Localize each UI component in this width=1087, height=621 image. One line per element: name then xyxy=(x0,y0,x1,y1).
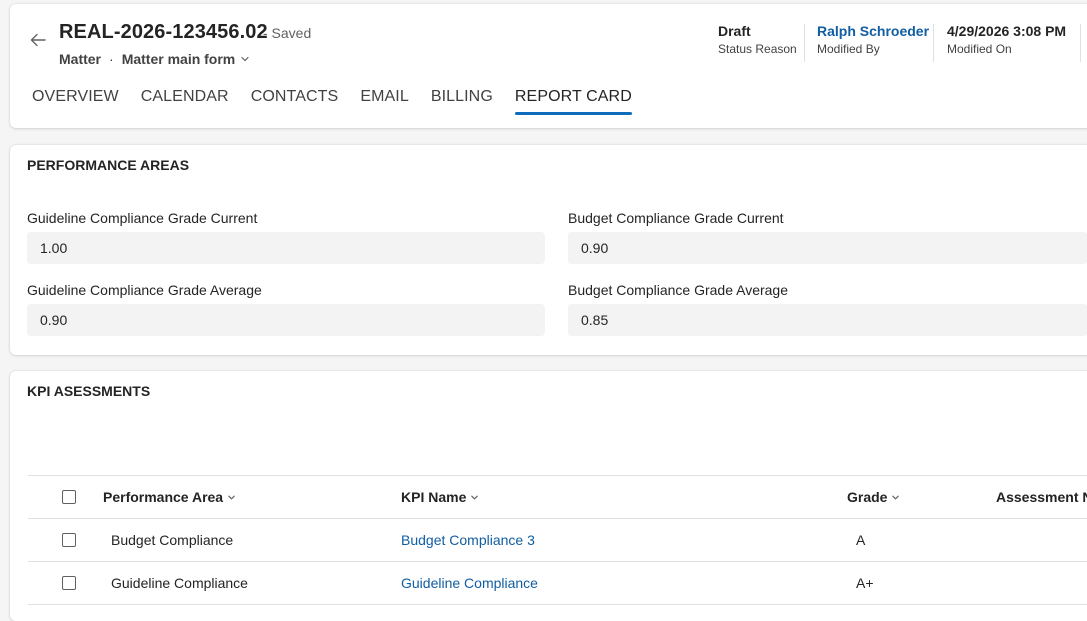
tab-contacts[interactable]: CONTACTS xyxy=(251,88,339,118)
entity-name: Matter xyxy=(59,51,102,67)
form-selector[interactable]: Matter main form xyxy=(122,51,251,67)
tab-email[interactable]: EMAIL xyxy=(360,88,409,118)
column-header-grade[interactable]: Grade xyxy=(847,476,900,518)
back-arrow-icon[interactable] xyxy=(28,30,48,50)
column-header-label: Performance Area xyxy=(103,489,224,505)
select-all-checkbox[interactable] xyxy=(62,490,76,504)
kpi-grid: Performance Area KPI Name Grade Assessme… xyxy=(28,475,1087,605)
grid-header-row: Performance Area KPI Name Grade Assessme… xyxy=(28,476,1087,519)
guideline-average-field[interactable]: 0.90 xyxy=(27,304,545,336)
chevron-down-icon xyxy=(228,495,235,500)
table-row[interactable]: Guideline Compliance Guideline Complianc… xyxy=(28,562,1087,605)
budget-average-label: Budget Compliance Grade Average xyxy=(568,282,788,298)
tab-billing[interactable]: BILLING xyxy=(431,88,493,118)
tab-report-card[interactable]: REPORT CARD xyxy=(514,88,632,118)
header-field-modified-on: 4/29/2026 3:08 PM Modified On xyxy=(947,23,1066,56)
budget-current-field[interactable]: 0.90 xyxy=(568,232,1087,264)
column-header-performance-area[interactable]: Performance Area xyxy=(103,476,236,518)
kpi-assessments-section: KPI ASESSMENTS Performance Area KPI Name… xyxy=(10,371,1087,621)
chevron-down-icon xyxy=(471,495,479,500)
column-header-label: Assessment Notes xyxy=(996,489,1087,505)
tab-calendar[interactable]: CALENDAR xyxy=(141,88,229,118)
column-header-label: KPI Name xyxy=(401,489,467,505)
header-divider xyxy=(804,24,805,62)
modified-by-link[interactable]: Ralph Schroeder xyxy=(817,23,929,39)
record-title: REAL-2026-123456.02 xyxy=(59,21,268,43)
section-title: PERFORMANCE AREAS xyxy=(27,157,190,173)
select-all-cell xyxy=(62,476,76,518)
header-divider xyxy=(1080,24,1081,62)
guideline-average-label: Guideline Compliance Grade Average xyxy=(27,282,262,298)
guideline-current-label: Guideline Compliance Grade Current xyxy=(27,210,258,226)
budget-current-label: Budget Compliance Grade Current xyxy=(568,210,784,226)
guideline-current-field[interactable]: 1.00 xyxy=(27,232,545,264)
modified-on-label: Modified On xyxy=(947,42,1012,56)
tab-overview[interactable]: OVERVIEW xyxy=(32,88,119,118)
row-select-cell xyxy=(62,519,76,561)
record-header: REAL-2026-123456.02 - Saved Matter · Mat… xyxy=(10,4,1087,128)
chevron-down-icon xyxy=(892,495,900,500)
section-title: KPI ASESSMENTS xyxy=(27,383,151,399)
column-header-label: Grade xyxy=(847,489,888,505)
chevron-down-icon xyxy=(241,56,249,62)
performance-areas-section: PERFORMANCE AREAS Guideline Compliance G… xyxy=(10,145,1087,355)
column-header-kpi-name[interactable]: KPI Name xyxy=(401,476,479,518)
budget-average-field[interactable]: 0.85 xyxy=(568,304,1087,336)
status-reason-value: Draft xyxy=(718,23,751,39)
grade-cell: A+ xyxy=(856,575,874,591)
row-select-cell xyxy=(62,562,76,604)
form-name: Matter main form xyxy=(121,51,236,67)
header-divider xyxy=(933,24,934,62)
save-status: - Saved xyxy=(263,25,312,41)
grade-cell: A xyxy=(856,532,866,548)
separator-dot: · xyxy=(109,51,114,67)
tab-list: OVERVIEW CALENDAR CONTACTS EMAIL BILLING… xyxy=(32,88,654,118)
row-checkbox[interactable] xyxy=(62,533,76,547)
header-field-status-reason: Draft Status Reason xyxy=(718,23,797,56)
kpi-name-link[interactable]: Guideline Compliance xyxy=(401,562,538,604)
performance-area-cell: Budget Compliance xyxy=(111,532,234,548)
modified-by-label: Modified By xyxy=(817,42,880,56)
column-header-assessment-notes[interactable]: Assessment Notes xyxy=(996,476,1087,518)
performance-area-cell: Guideline Compliance xyxy=(111,575,248,591)
modified-on-value: 4/29/2026 3:08 PM xyxy=(947,23,1067,39)
row-checkbox[interactable] xyxy=(62,576,76,590)
header-field-modified-by: Ralph Schroeder Modified By xyxy=(817,23,929,56)
table-row[interactable]: Budget Compliance Budget Compliance 3 A xyxy=(28,519,1087,562)
kpi-name-link[interactable]: Budget Compliance 3 xyxy=(401,519,535,561)
status-reason-label: Status Reason xyxy=(718,42,797,56)
entity-form-line: Matter · Matter main form xyxy=(59,51,250,67)
